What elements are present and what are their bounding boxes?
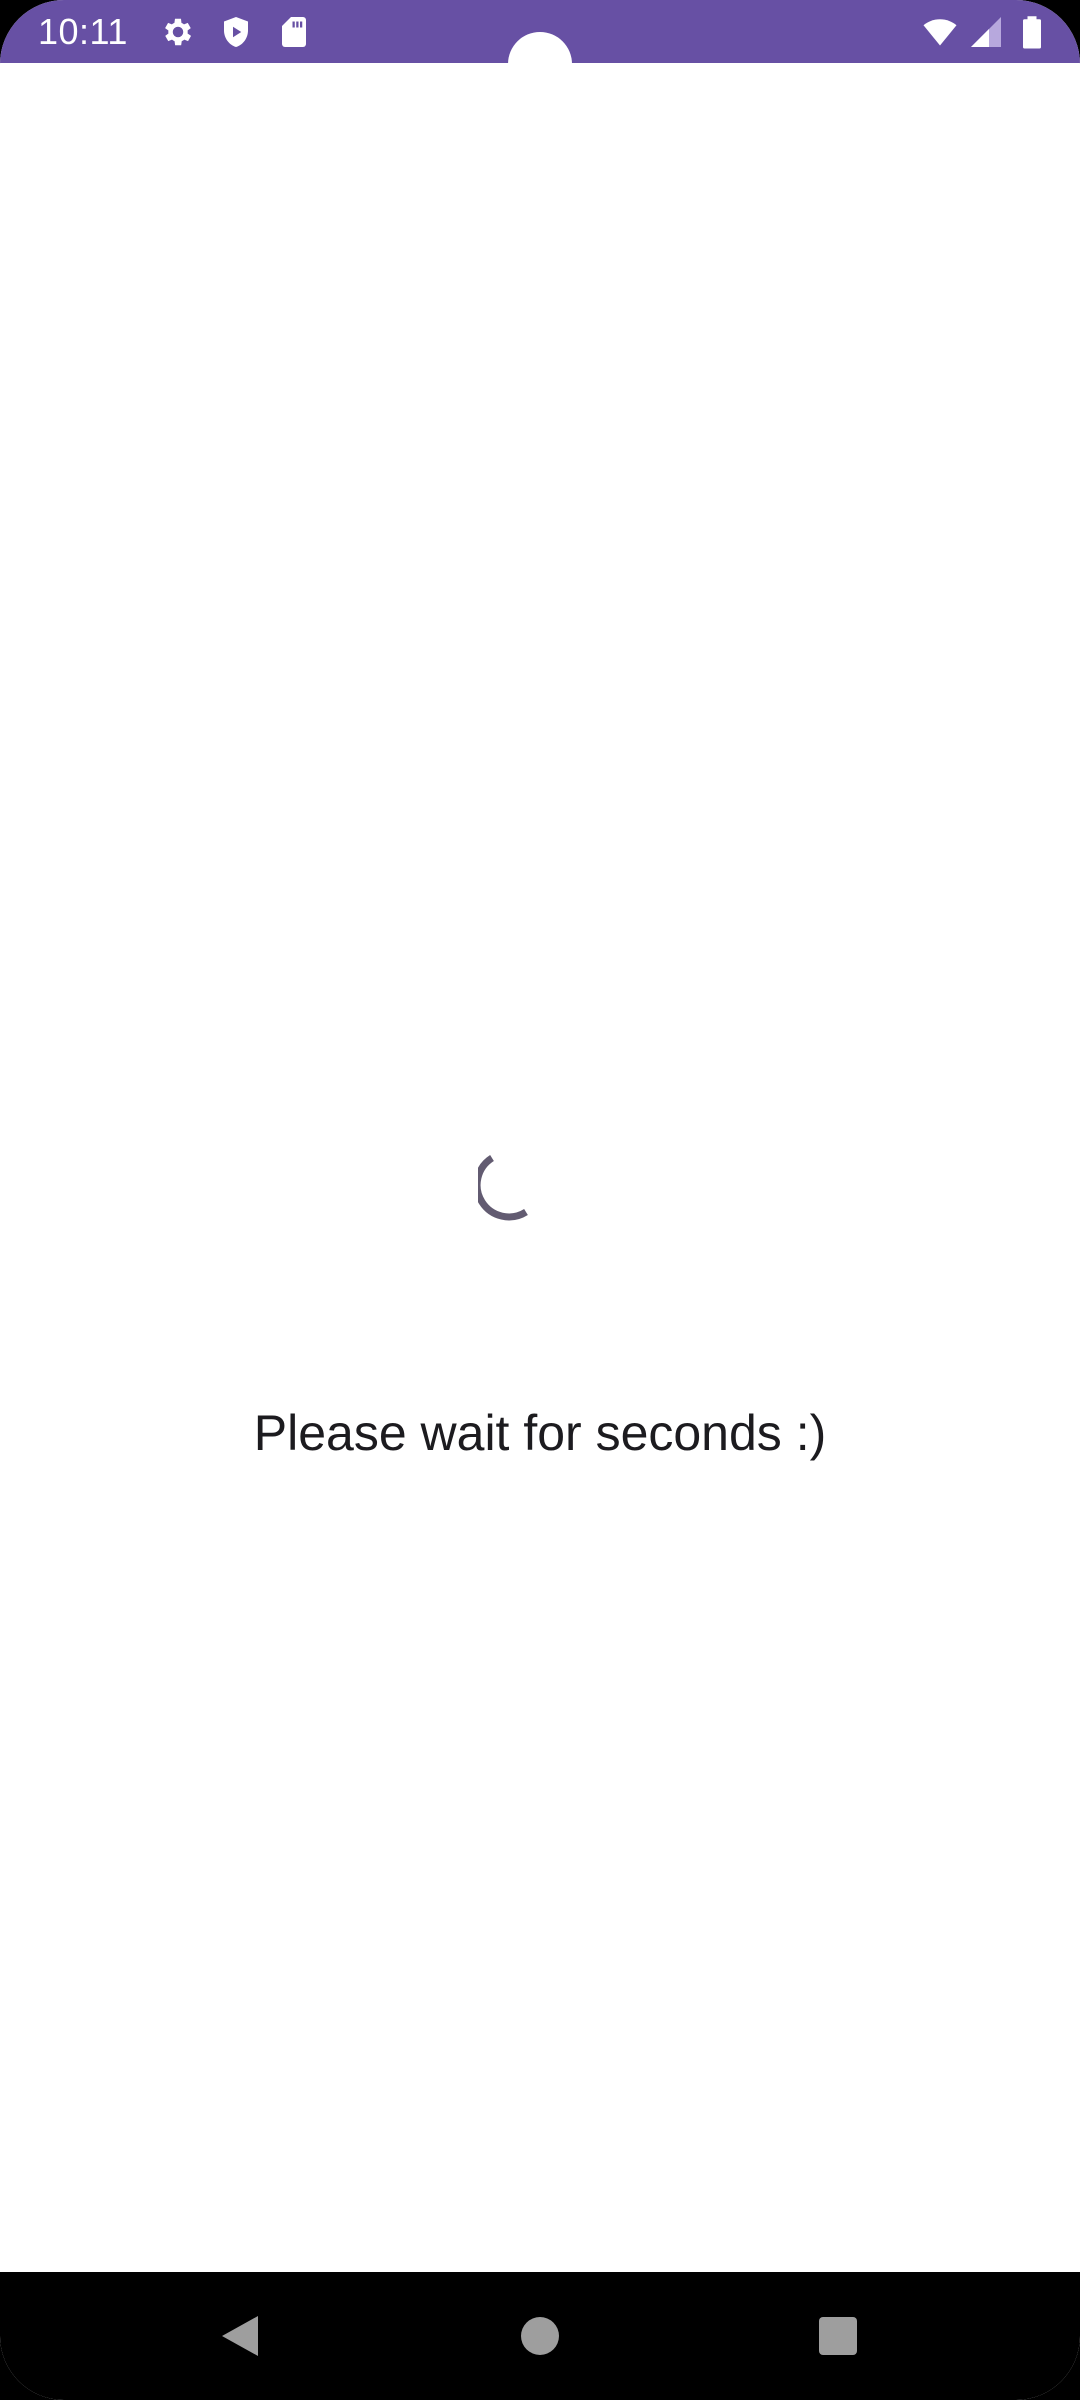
settings-gear-icon: [160, 14, 196, 50]
back-icon[interactable]: [200, 2296, 280, 2376]
status-bar: 10:11: [0, 0, 1080, 96]
cell-signal-icon: [968, 14, 1004, 50]
loading-message: Please wait for seconds :): [253, 1405, 827, 1461]
play-shield-icon: [218, 14, 254, 50]
sd-card-icon: [276, 14, 312, 50]
app-screen: 10:11 Please wait for seconds :): [0, 0, 1080, 2400]
camera-cutout: [508, 32, 572, 96]
wifi-icon: [922, 14, 958, 50]
navigation-bar: [0, 2272, 1080, 2400]
battery-icon: [1014, 14, 1050, 50]
home-icon[interactable]: [500, 2296, 580, 2376]
progress-spinner: [478, 1150, 550, 1222]
recents-icon[interactable]: [798, 2296, 878, 2376]
status-time: 10:11: [38, 11, 128, 52]
